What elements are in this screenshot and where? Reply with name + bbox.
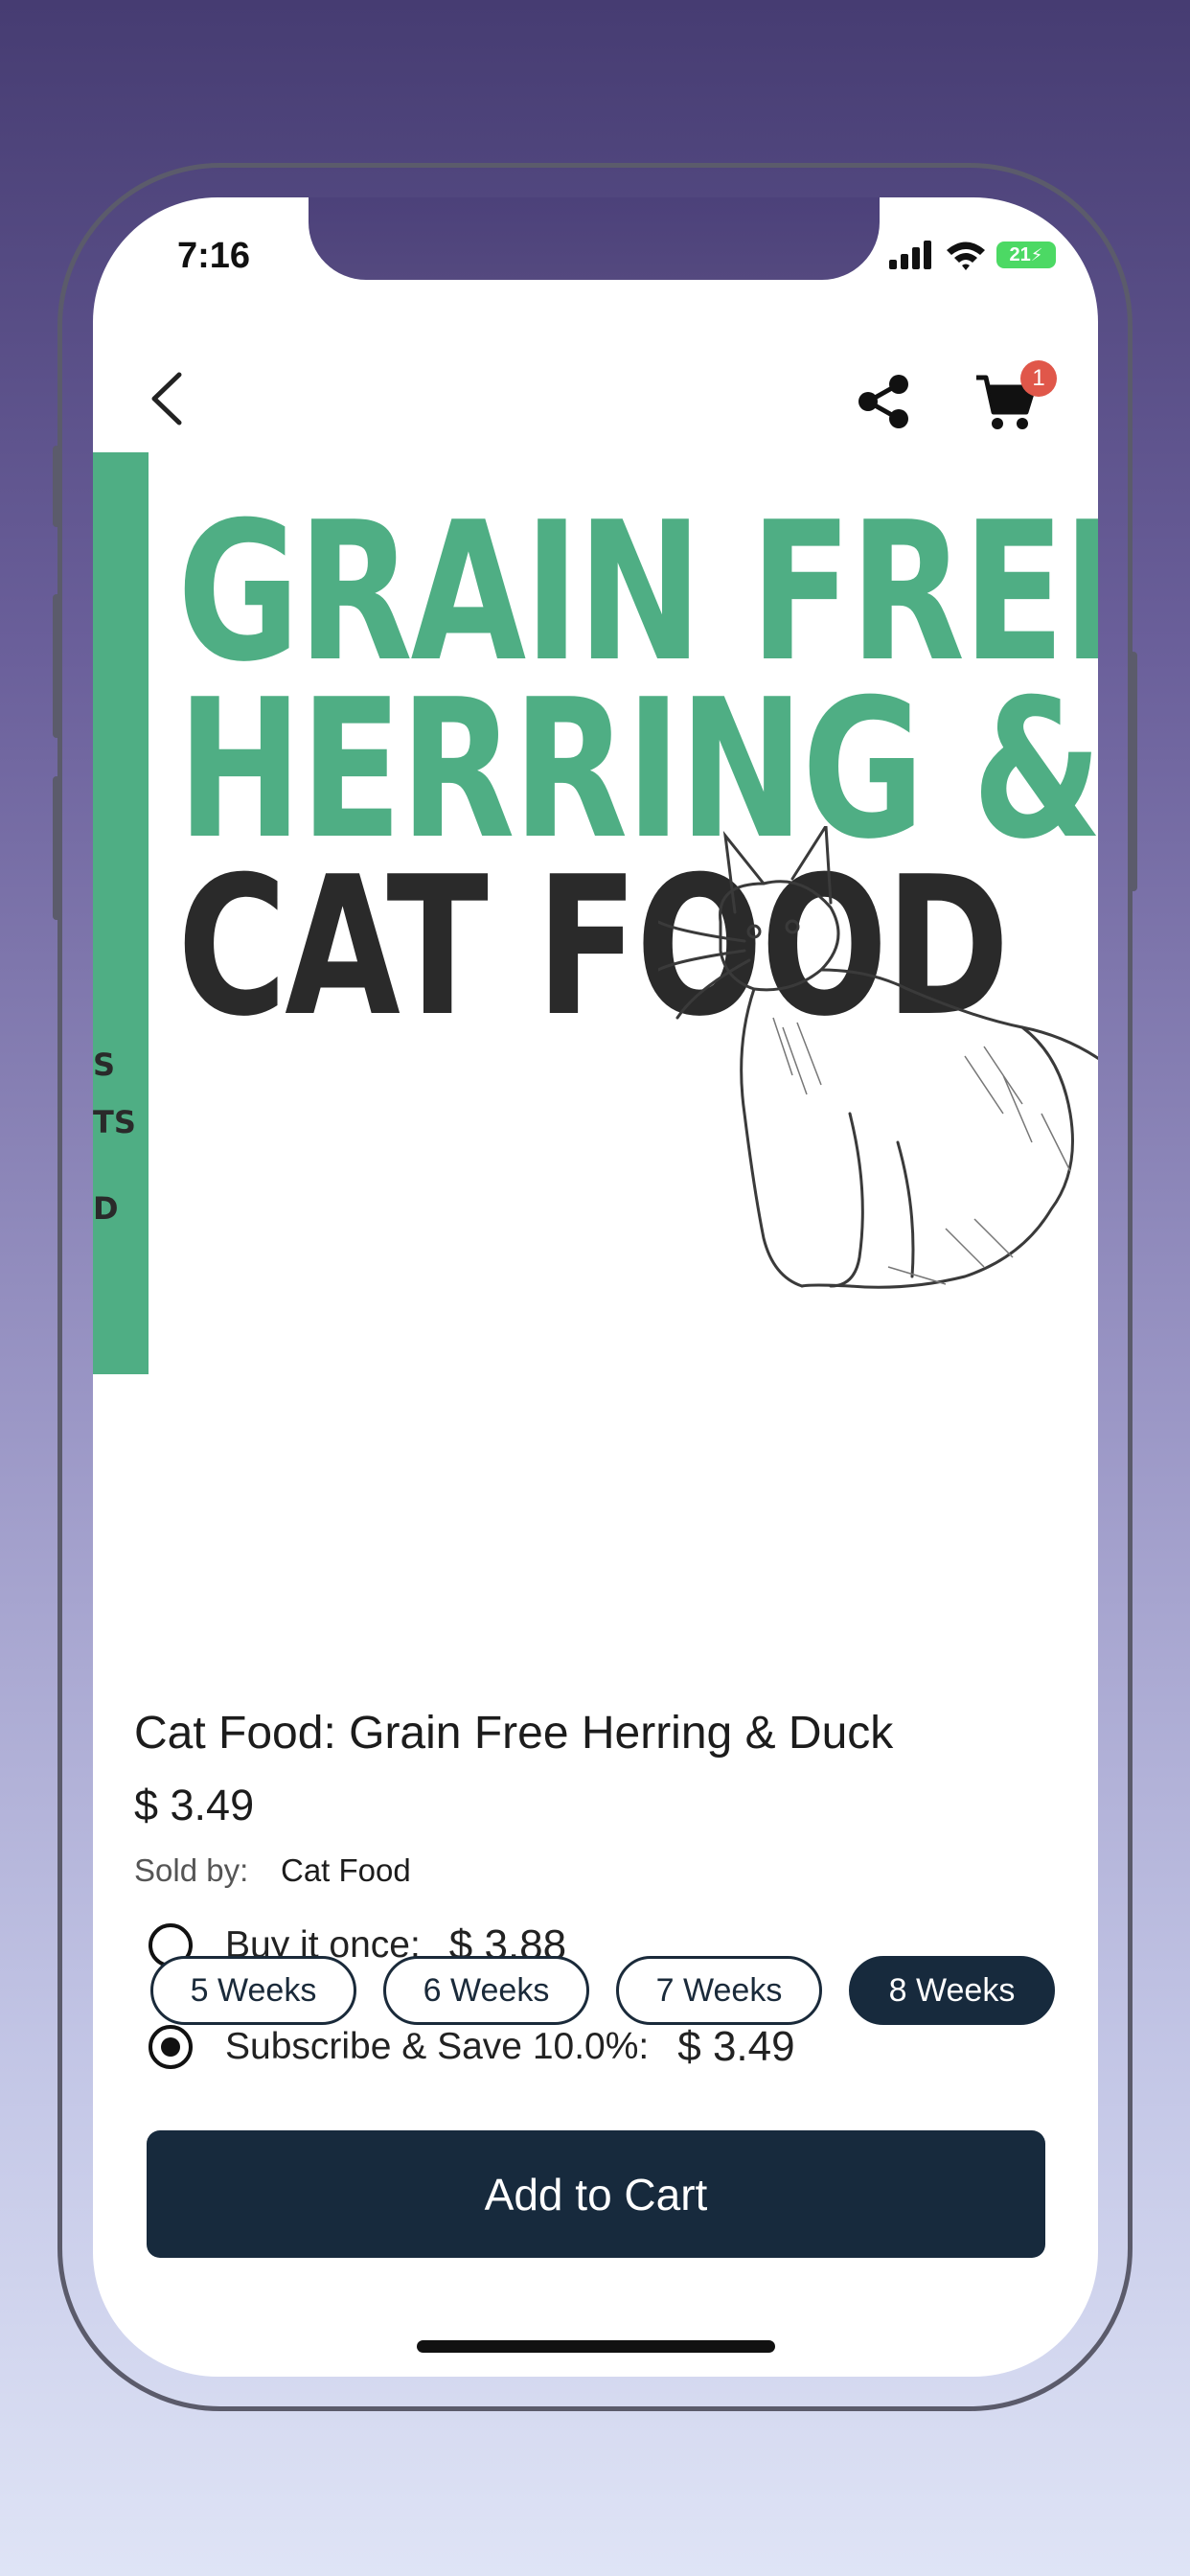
sold-by-label: Sold by: <box>134 1852 249 1888</box>
frequency-7-weeks[interactable]: 7 Weeks <box>616 1956 822 2025</box>
app-screen: 7:16 21 ⚡ 1 S TS D GRAIN FREE HERRING & … <box>93 197 1098 2377</box>
power-button <box>1130 652 1137 891</box>
signal-icon <box>889 241 931 269</box>
mute-switch <box>53 446 60 527</box>
chevron-left-icon <box>151 372 182 426</box>
share-icon <box>858 375 908 428</box>
cat-sketch-illustration <box>658 826 1098 1289</box>
subscribe-option[interactable]: Subscribe & Save 10.0%: $ 3.49 <box>149 2018 795 2076</box>
seller-link[interactable]: Cat Food <box>281 1852 411 1889</box>
subscribe-radio[interactable] <box>149 2025 193 2069</box>
volume-down-button <box>53 776 60 920</box>
cart-count-badge: 1 <box>1020 360 1057 397</box>
notch <box>309 197 880 280</box>
back-button[interactable] <box>141 370 198 427</box>
add-to-cart-button[interactable]: Add to Cart <box>147 2130 1045 2258</box>
status-time: 7:16 <box>177 236 251 276</box>
package-side-stripe <box>93 452 149 1374</box>
product-title: Cat Food: Grain Free Herring & Duck <box>134 1708 894 1759</box>
battery-icon: 21 ⚡ <box>996 242 1056 268</box>
package-side-text: D <box>93 1190 119 1227</box>
nav-bar: 1 <box>93 341 1098 458</box>
package-side-text: TS <box>93 1104 136 1140</box>
home-indicator <box>417 2340 775 2353</box>
wifi-icon <box>947 242 985 270</box>
product-image: S TS D GRAIN FREE HERRING & DUCK CAT FOO… <box>93 452 1098 1382</box>
frequency-8-weeks[interactable]: 8 Weeks <box>849 1956 1055 2025</box>
subscribe-label: Subscribe & Save 10.0%: <box>225 2026 650 2067</box>
frequency-6-weeks[interactable]: 6 Weeks <box>383 1956 589 2025</box>
status-icons: 21 ⚡ <box>887 240 1056 270</box>
frequency-5-weeks[interactable]: 5 Weeks <box>150 1956 356 2025</box>
subscribe-price: $ 3.49 <box>677 2023 795 2070</box>
share-button[interactable] <box>855 373 912 430</box>
product-price: $ 3.49 <box>134 1781 255 1829</box>
frequency-selector: 5 Weeks 6 Weeks 7 Weeks 8 Weeks <box>150 1956 1055 2025</box>
volume-up-button <box>53 594 60 738</box>
package-side-text: S <box>93 1046 116 1083</box>
battery-level: 21 <box>1009 243 1031 265</box>
